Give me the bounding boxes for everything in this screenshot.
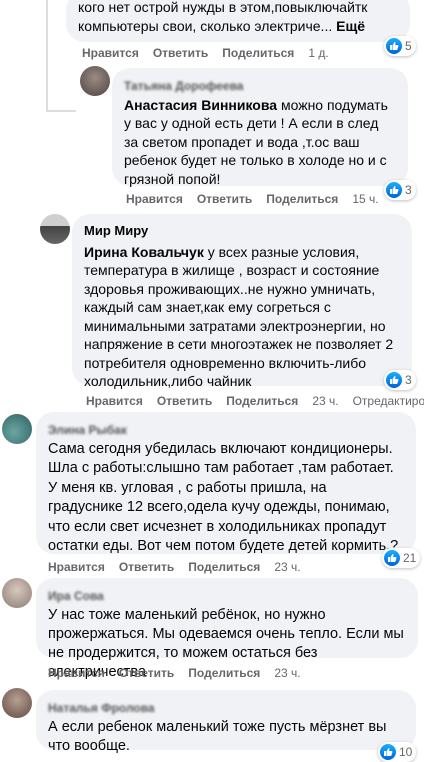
comment-bubble: Ира Сова У нас тоже маленький ребёнок, н…	[36, 578, 418, 680]
reaction-number: 3	[405, 373, 412, 387]
timestamp[interactable]: 23 ч.	[274, 560, 300, 574]
avatar[interactable]	[2, 414, 32, 444]
reaction-count[interactable]: 21	[382, 548, 421, 568]
thread-line	[46, 0, 48, 110]
comment-actions: Нравится Ответить Поделиться 23 ч. Отредакти…	[86, 394, 424, 408]
like-icon	[380, 744, 396, 760]
comment-text: Сама сегодня убедилась включают кондицио…	[48, 440, 399, 555]
comment-text: А если ребенок маленький тоже пусть мёрз…	[48, 718, 387, 754]
reaction-number: 3	[405, 183, 412, 197]
reaction-count[interactable]: 5	[384, 36, 416, 56]
reaction-number: 5	[405, 39, 412, 53]
avatar[interactable]	[2, 688, 32, 718]
comment-actions: Нравится Ответить Поделиться 1 д.	[82, 46, 343, 60]
timestamp[interactable]: 23 ч.	[274, 666, 300, 680]
timestamp[interactable]: 23 ч.	[312, 394, 338, 408]
comment-author[interactable]: Наталья Фролова	[48, 699, 155, 718]
comment-actions: Нравится Ответить Поделиться 15 ч.	[126, 192, 393, 206]
reaction-count[interactable]: 10	[378, 742, 417, 762]
share-button[interactable]: Поделиться	[266, 192, 338, 206]
reply-button[interactable]: Ответить	[153, 46, 208, 60]
comment-text: у всех разные условия, температура в жил…	[84, 243, 394, 390]
avatar[interactable]	[2, 578, 32, 608]
like-button[interactable]: Нравится	[126, 192, 183, 206]
comment-bubble: Наталья Фролова А если ребенок маленький…	[36, 690, 416, 754]
like-button[interactable]: Нравится	[86, 394, 143, 408]
like-icon	[386, 372, 402, 388]
comment-author[interactable]: Элина Рыбак	[48, 421, 127, 440]
like-button[interactable]: Нравится	[48, 666, 105, 680]
comment-actions: Нравится Ответить Поделиться 23 ч.	[48, 666, 315, 680]
comment-bubble: Элина Рыбак Сама сегодня убедилась включ…	[36, 412, 416, 554]
see-more-link[interactable]: Ещё	[336, 18, 365, 34]
comment-author[interactable]: Ира Сова	[48, 587, 104, 606]
avatar[interactable]	[40, 214, 70, 244]
share-button[interactable]: Поделиться	[188, 666, 260, 680]
like-button[interactable]: Нравится	[82, 46, 139, 60]
comment-text: компьютеры свои, сколько электриче...	[78, 17, 333, 34]
share-button[interactable]: Поделиться	[226, 394, 298, 408]
comment-bubble: кого нет острой нужды в этом,повыключайт…	[66, 0, 410, 42]
reply-button[interactable]: Ответить	[119, 560, 174, 574]
timestamp[interactable]: 15 ч.	[352, 192, 378, 206]
share-button[interactable]: Поделиться	[222, 46, 294, 60]
like-icon	[386, 38, 402, 54]
reply-button[interactable]: Ответить	[119, 666, 174, 680]
timestamp[interactable]: 1 д.	[308, 46, 328, 60]
edited-label[interactable]: Отредактировано	[353, 394, 424, 408]
mention-link[interactable]: Ирина Ковальчук	[84, 244, 204, 260]
comment-text: кого нет острой нужды в этом,повыключайт…	[78, 0, 368, 15]
comment-author[interactable]: Татьяна Дорофеева	[124, 77, 243, 96]
reaction-number: 10	[399, 745, 413, 759]
share-button[interactable]: Поделиться	[188, 560, 260, 574]
reaction-number: 21	[403, 551, 417, 565]
avatar[interactable]	[80, 66, 110, 96]
like-icon	[384, 550, 400, 566]
comment-actions: Нравится Ответить Поделиться 23 ч.	[48, 560, 315, 574]
reply-button[interactable]: Ответить	[157, 394, 212, 408]
comment-bubble: Мир Миру Ирина Ковальчук у всех разные у…	[72, 214, 412, 389]
reaction-count[interactable]: 3	[384, 370, 416, 390]
like-button[interactable]: Нравится	[48, 560, 105, 574]
comment-bubble: Татьяна Дорофеева Анастасия Винникова мо…	[112, 68, 408, 187]
mention-link[interactable]: Анастасия Винникова	[124, 97, 277, 113]
comment-author[interactable]: Мир Миру	[84, 222, 400, 241]
thread-line	[46, 110, 76, 112]
reply-button[interactable]: Ответить	[197, 192, 252, 206]
